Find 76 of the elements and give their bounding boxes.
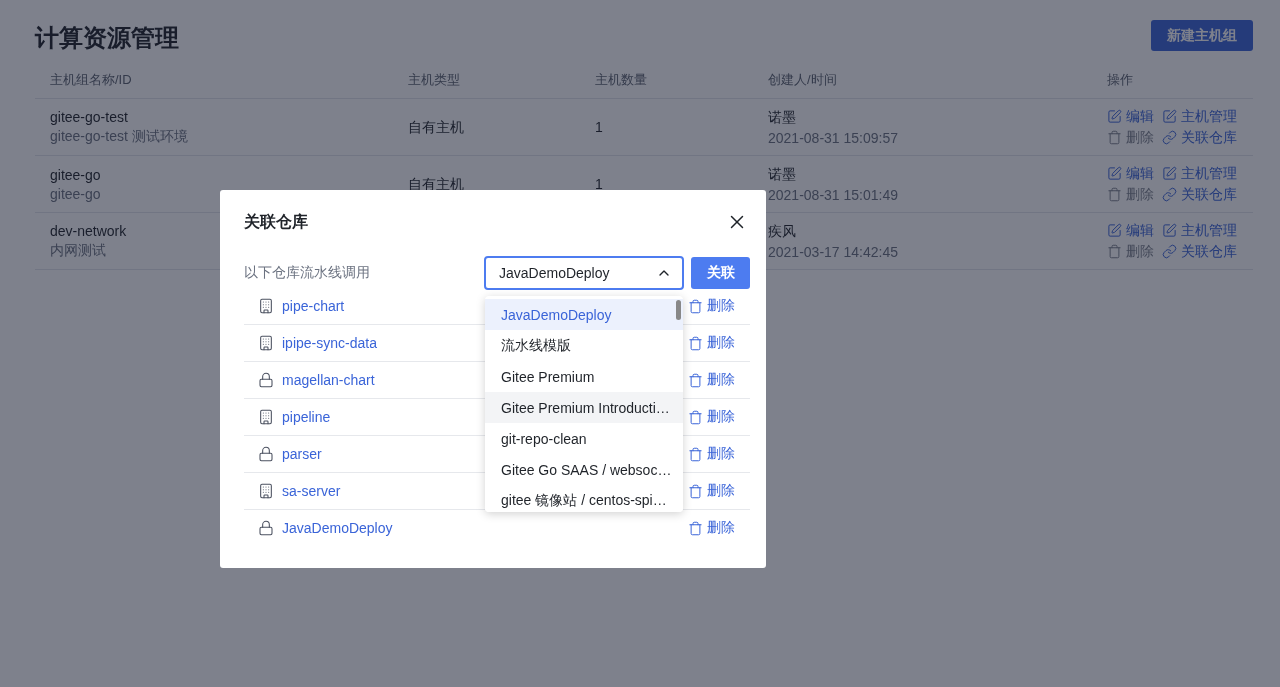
created-time: 2021-08-31 15:01:49 xyxy=(768,186,899,203)
manage-link[interactable]: 主机管理 xyxy=(1162,164,1237,183)
link-icon xyxy=(1162,244,1177,259)
edit-link[interactable]: 编辑 xyxy=(1107,221,1154,240)
building-icon xyxy=(258,409,274,425)
link-link[interactable]: 关联仓库 xyxy=(1162,185,1237,204)
trash-icon xyxy=(1107,130,1122,145)
lock-icon xyxy=(258,372,274,388)
trash-icon xyxy=(688,483,703,499)
link-button[interactable]: 关联 xyxy=(691,257,750,289)
group-description: 内网测试 xyxy=(50,241,107,260)
building-icon xyxy=(258,298,274,314)
dropdown-option[interactable]: gitee 镜像站 / centos-spi… xyxy=(485,485,683,512)
edit-icon xyxy=(1107,109,1122,124)
column-header: 主机数量 xyxy=(595,71,648,89)
trash-icon xyxy=(1107,187,1122,202)
column-header: 操作 xyxy=(1107,71,1134,89)
dropdown-option[interactable]: JavaDemoDeploy xyxy=(485,299,683,330)
trash-icon xyxy=(688,335,703,351)
trash-icon xyxy=(688,372,703,388)
trash-icon xyxy=(688,520,703,536)
edit-icon xyxy=(1107,166,1122,181)
column-header: 创建人/时间 xyxy=(768,71,838,89)
manage-link[interactable]: 主机管理 xyxy=(1162,221,1237,240)
dialog-title: 关联仓库 xyxy=(244,211,308,232)
creator-name: 诺墨 xyxy=(768,108,797,127)
host-type: 自有主机 xyxy=(408,118,464,135)
edit-link[interactable]: 编辑 xyxy=(1107,164,1154,183)
created-time: 2021-03-17 14:42:45 xyxy=(768,243,899,260)
column-header: 主机类型 xyxy=(408,71,461,89)
host-count: 1 xyxy=(595,176,603,192)
delete-link[interactable]: 删除 xyxy=(688,482,735,500)
link-link[interactable]: 关联仓库 xyxy=(1162,128,1237,147)
delete-link[interactable]: 删除 xyxy=(688,408,735,426)
group-name: gitee-go xyxy=(50,166,102,183)
edit-icon xyxy=(1162,109,1177,124)
delete-link[interactable]: 删除 xyxy=(688,297,735,315)
lock-icon xyxy=(258,520,274,536)
trash-icon xyxy=(688,446,703,462)
link-link[interactable]: 关联仓库 xyxy=(1162,242,1237,261)
link-icon xyxy=(1162,187,1177,202)
repository-select[interactable]: JavaDemoDeploy xyxy=(484,256,684,290)
column-header: 主机组名称/ID xyxy=(50,71,133,89)
group-name: gitee-go-test xyxy=(50,108,129,125)
new-group-button[interactable]: 新建主机组 xyxy=(1151,20,1253,51)
trash-icon xyxy=(688,409,703,425)
group-description: gitee-go-test 测试环境 xyxy=(50,127,189,146)
edit-link[interactable]: 编辑 xyxy=(1107,107,1154,126)
group-description: gitee-go xyxy=(50,185,102,202)
creator-name: 诺墨 xyxy=(768,165,797,184)
page-title: 计算资源管理 xyxy=(35,23,179,53)
delete-link[interactable]: 删除 xyxy=(688,445,735,463)
building-icon xyxy=(258,335,274,351)
delete-link[interactable]: 删除 xyxy=(688,371,735,389)
scrollbar-thumb[interactable] xyxy=(676,300,681,320)
edit-icon xyxy=(1162,223,1177,238)
host-count: 1 xyxy=(595,119,603,135)
delete-link[interactable]: 删除 xyxy=(688,334,735,352)
dropdown-option[interactable]: git-repo-clean xyxy=(485,423,683,454)
dropdown-option[interactable]: Gitee Premium Introducti… xyxy=(485,392,683,423)
creator-name: 疾风 xyxy=(768,222,797,241)
delete-link[interactable]: 删除 xyxy=(688,519,735,537)
created-time: 2021-08-31 15:09:57 xyxy=(768,129,899,146)
dropdown-option[interactable]: Gitee Go SAAS / websoc… xyxy=(485,454,683,485)
building-icon xyxy=(258,483,274,499)
lock-icon xyxy=(258,446,274,462)
link-icon xyxy=(1162,130,1177,145)
edit-icon xyxy=(1107,223,1122,238)
form-label: 以下仓库流水线调用 xyxy=(244,264,371,282)
edit-icon xyxy=(1162,166,1177,181)
trash-icon xyxy=(688,298,703,314)
dropdown-option[interactable]: 流水线模版 xyxy=(485,330,683,361)
dropdown-option[interactable]: Gitee Premium xyxy=(485,361,683,392)
manage-link[interactable]: 主机管理 xyxy=(1162,107,1237,126)
trash-icon xyxy=(1107,244,1122,259)
repository-link[interactable]: JavaDemoDeploy xyxy=(282,520,688,536)
